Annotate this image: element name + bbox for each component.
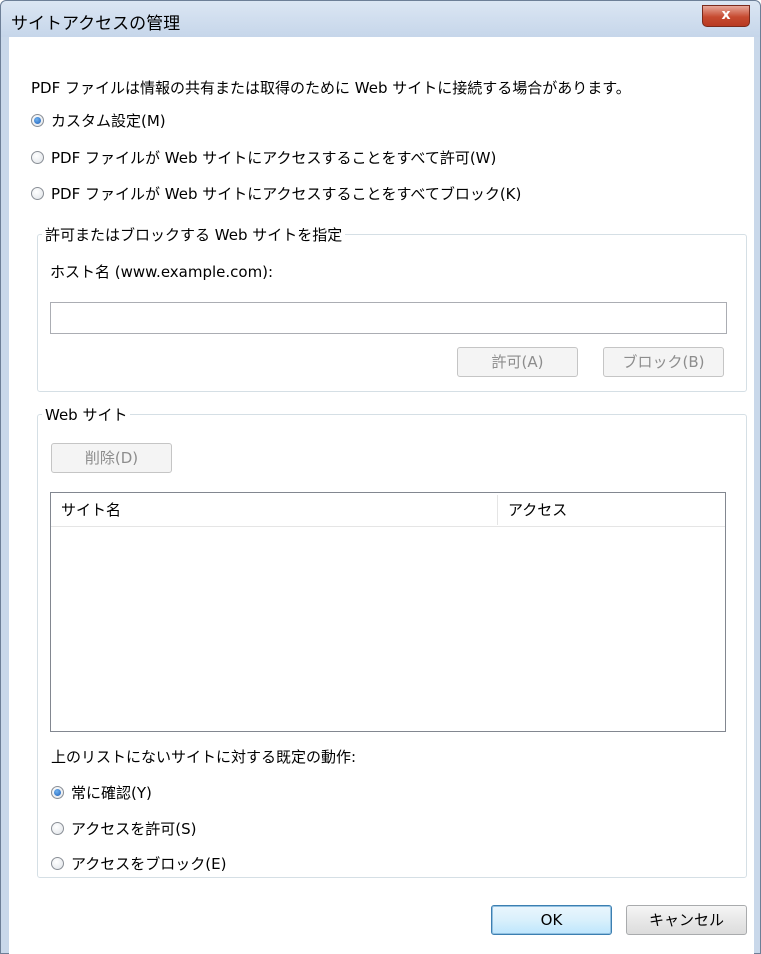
websites-legend: Web サイト: [42, 404, 131, 425]
radio-always-ask[interactable]: [51, 786, 64, 799]
specify-sites-legend: 許可またはブロックする Web サイトを指定: [42, 224, 346, 245]
ok-button[interactable]: OK: [491, 905, 612, 935]
cancel-button[interactable]: キャンセル: [626, 905, 747, 935]
window-title: サイトアクセスの管理: [11, 14, 181, 34]
mode-option-label[interactable]: PDF ファイルが Web サイトにアクセスすることをすべて許可(W): [51, 147, 496, 168]
close-button[interactable]: x: [702, 5, 750, 27]
radio-allow-all[interactable]: [31, 151, 44, 164]
default-behavior-label: 上のリストにないサイトに対する既定の動作:: [51, 748, 357, 766]
column-header-site-name[interactable]: サイト名: [51, 493, 497, 527]
delete-button[interactable]: 削除(D): [51, 443, 172, 473]
default-option-label[interactable]: 常に確認(Y): [71, 782, 152, 803]
websites-list[interactable]: サイト名 アクセス: [50, 492, 726, 732]
hostname-label: ホスト名 (www.example.com):: [50, 263, 274, 281]
list-header: サイト名 アクセス: [51, 493, 725, 527]
mode-option-label[interactable]: PDF ファイルが Web サイトにアクセスすることをすべてブロック(K): [51, 183, 521, 204]
allow-button[interactable]: 許可(A): [457, 347, 578, 377]
radio-custom[interactable]: [31, 114, 44, 127]
site-access-dialog: サイトアクセスの管理 x PDF ファイルは情報の共有または取得のために Web…: [0, 0, 761, 954]
title-bar[interactable]: サイトアクセスの管理 x: [1, 1, 760, 37]
radio-block-all[interactable]: [31, 187, 44, 200]
block-button[interactable]: ブロック(B): [603, 347, 724, 377]
default-option-label[interactable]: アクセスを許可(S): [71, 818, 196, 839]
radio-block-access[interactable]: [51, 857, 64, 870]
mode-option-label[interactable]: カスタム設定(M): [51, 110, 166, 131]
radio-allow-access[interactable]: [51, 822, 64, 835]
default-option-label[interactable]: アクセスをブロック(E): [71, 853, 226, 874]
hostname-input[interactable]: [50, 302, 727, 334]
column-header-access[interactable]: アクセス: [498, 493, 725, 527]
intro-text: PDF ファイルは情報の共有または取得のために Web サイトに接続する場合があ…: [31, 79, 631, 97]
dialog-body: PDF ファイルは情報の共有または取得のために Web サイトに接続する場合があ…: [9, 37, 754, 954]
